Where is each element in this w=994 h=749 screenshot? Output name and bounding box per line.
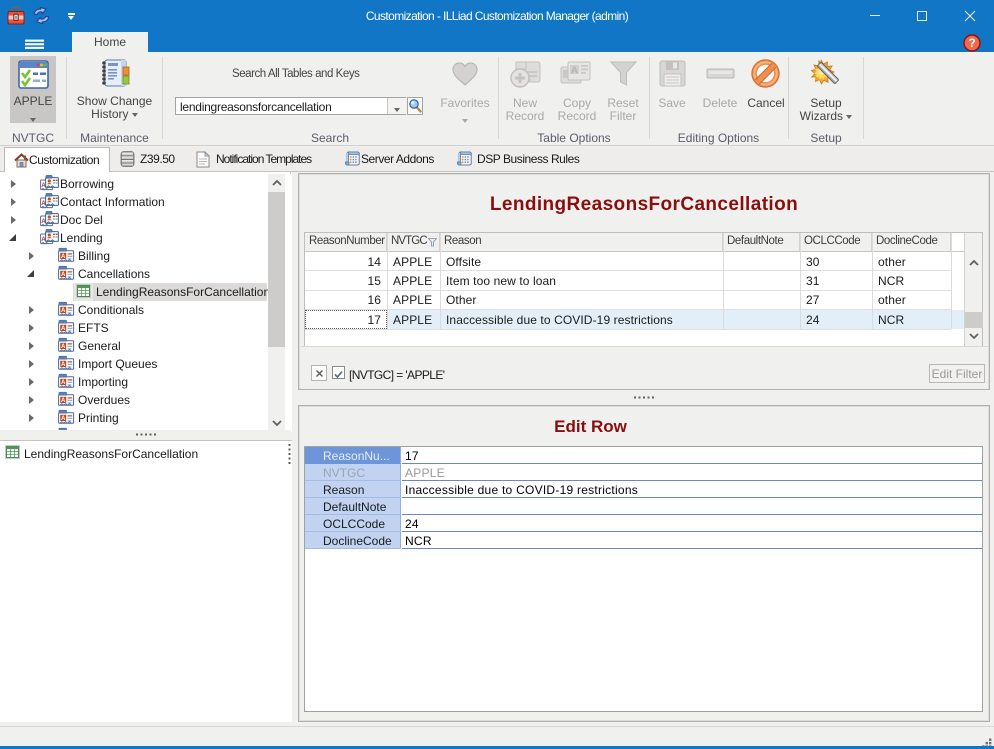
- svg-text:?: ?: [968, 36, 975, 50]
- svg-text:A: A: [571, 66, 578, 77]
